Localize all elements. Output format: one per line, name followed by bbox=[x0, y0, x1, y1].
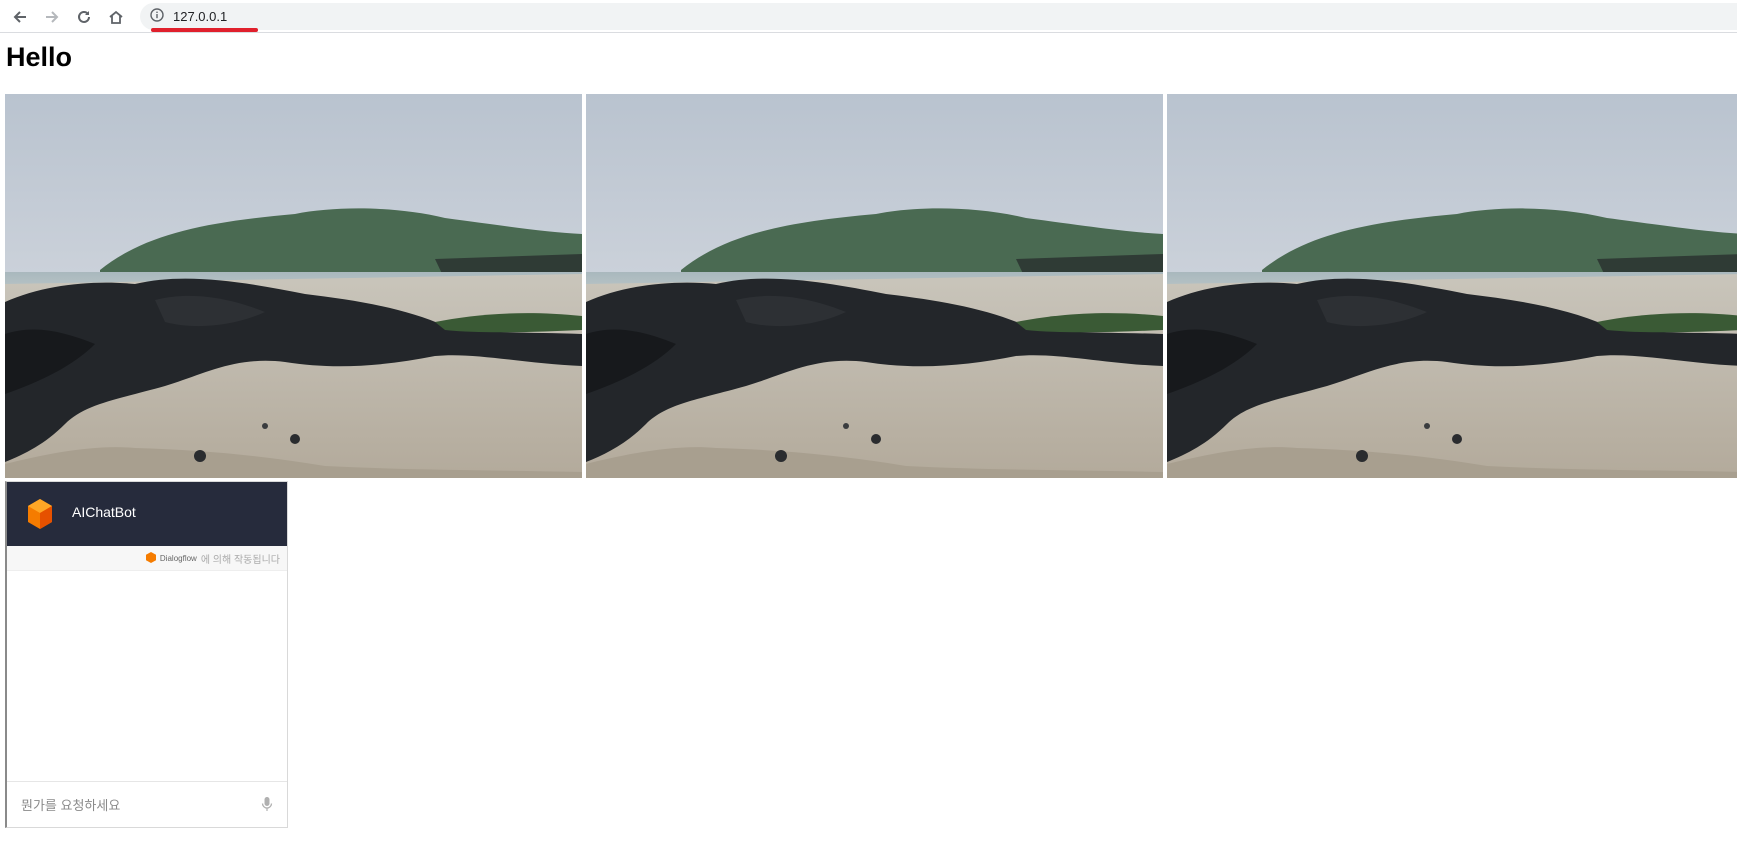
powered-by-bar: Dialogflow 에 의해 작동됩니다 bbox=[7, 546, 287, 571]
reload-icon[interactable] bbox=[72, 5, 96, 29]
forward-icon[interactable] bbox=[40, 5, 64, 29]
back-icon[interactable] bbox=[8, 5, 32, 29]
url-text[interactable]: 127.0.0.1 bbox=[173, 9, 227, 24]
chatbot-title: AIChatBot bbox=[72, 504, 136, 520]
beach-photo-2 bbox=[586, 94, 1163, 478]
chatbot-header: AIChatBot bbox=[7, 482, 287, 546]
dialogflow-brand: Dialogflow bbox=[159, 554, 197, 563]
info-icon[interactable] bbox=[150, 8, 164, 27]
chat-message-input[interactable] bbox=[19, 792, 243, 818]
address-bar[interactable]: 127.0.0.1 bbox=[140, 3, 1737, 30]
beach-photo-3 bbox=[1167, 94, 1737, 478]
microphone-icon[interactable] bbox=[261, 796, 273, 817]
chatbot-logo-icon bbox=[27, 498, 53, 535]
url-annotation-underline bbox=[151, 28, 258, 32]
home-icon[interactable] bbox=[104, 5, 128, 29]
page-heading: Hello bbox=[6, 42, 73, 72]
browser-toolbar: 127.0.0.1 bbox=[0, 0, 1737, 33]
dialogflow-logo-icon bbox=[145, 551, 156, 566]
powered-by-text: 에 의해 작동됩니다 bbox=[200, 555, 280, 566]
beach-photo-1 bbox=[5, 94, 582, 478]
chat-input-row bbox=[7, 781, 287, 827]
chatbot-widget: AIChatBot Dialogflow 에 의해 작동됩니다 bbox=[5, 481, 288, 828]
chat-message-area bbox=[7, 571, 287, 783]
